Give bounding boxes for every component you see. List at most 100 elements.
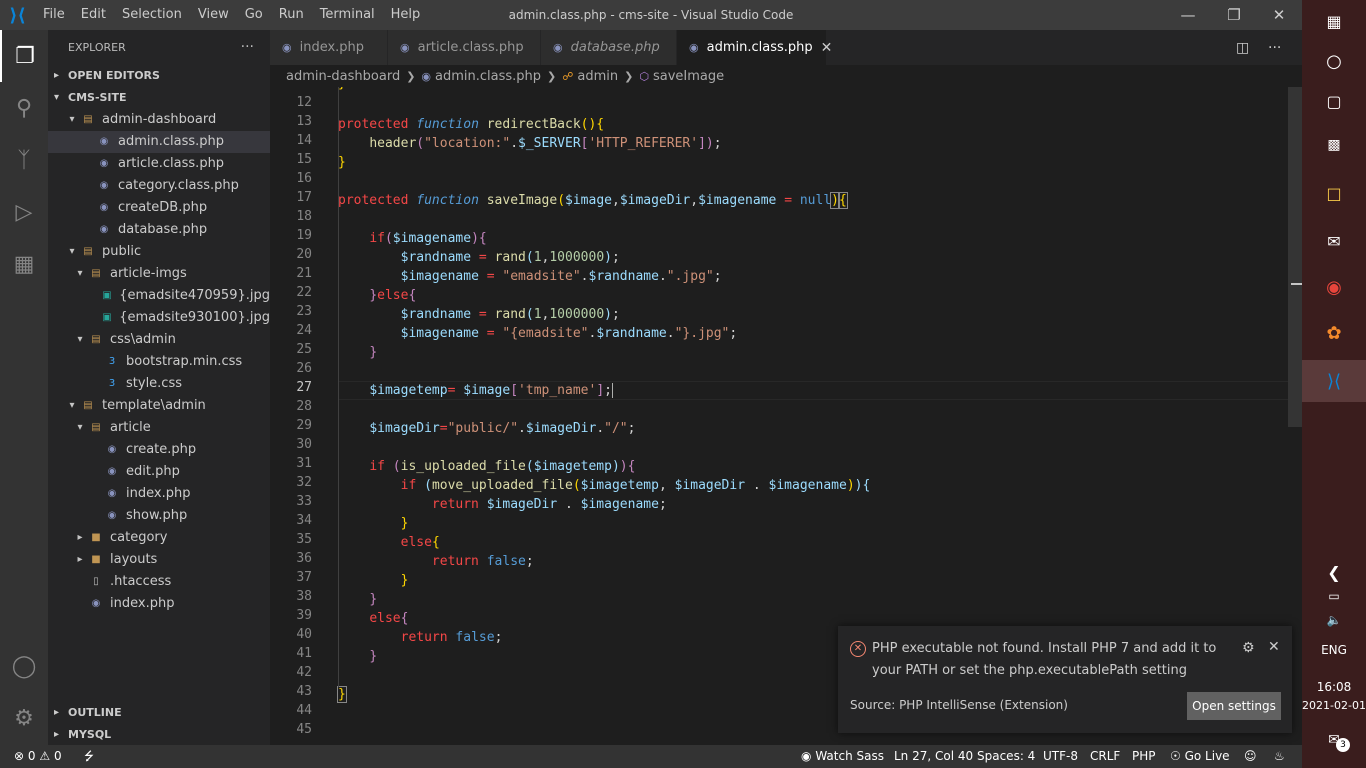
problems-indicator[interactable]: ⊗ 0 ⚠ 0 <box>14 745 62 768</box>
breadcrumb-file[interactable]: admin.class.php <box>435 69 541 84</box>
watch-sass-button[interactable]: ◉ Watch Sass <box>801 745 884 768</box>
warning-count: 0 <box>53 749 62 763</box>
close-icon[interactable]: ✕ <box>1268 639 1280 655</box>
task-view-icon[interactable]: ▢ <box>1302 86 1366 116</box>
menu-selection[interactable]: Selection <box>114 0 190 30</box>
tree-item[interactable]: ▾ ▤ css\admin <box>48 329 270 351</box>
search-icon[interactable]: ⚲ <box>0 82 48 134</box>
mysql-section[interactable]: ▸ MYSQL <box>48 724 270 746</box>
tree-item[interactable]: ◉ edit.php <box>48 461 270 483</box>
menu-go[interactable]: Go <box>237 0 271 30</box>
tree-item[interactable]: ◉ create.php <box>48 439 270 461</box>
volume-icon[interactable]: 🔈 <box>1302 610 1366 630</box>
action-center-icon[interactable]: ✉ 3 <box>1302 728 1366 752</box>
code-line: } <box>369 345 378 360</box>
run-debug-icon[interactable]: ▷ <box>0 186 48 238</box>
file-tree: ▾ ▤ admin-dashboard ◉ admin.class.php ◉ articl… <box>48 109 270 615</box>
go-live-button[interactable]: ☉ Go Live <box>1170 745 1230 768</box>
tree-item[interactable]: ▾ ▤ article <box>48 417 270 439</box>
tab-database-php[interactable]: ◉ database.php <box>541 30 677 65</box>
go-live-label: Go Live <box>1184 749 1230 763</box>
indent-guide <box>338 87 339 687</box>
app-icon[interactable]: ✿ <box>1302 318 1366 348</box>
cms-site-section[interactable]: ▾ CMS-SITE <box>48 87 270 109</box>
tree-item[interactable]: ◉ show.php <box>48 505 270 527</box>
close-window-icon[interactable]: ✕ <box>1256 0 1302 30</box>
manage-gear-icon[interactable]: ⚙ <box>0 692 48 744</box>
open-editors-section[interactable]: ▸ OPEN EDITORS <box>48 65 270 87</box>
source-control-icon[interactable]: ᛉ <box>0 134 48 186</box>
tree-item[interactable]: ◉ category.class.php <box>48 175 270 197</box>
menu-file[interactable]: File <box>35 0 73 30</box>
line-number: 45 <box>296 722 312 737</box>
menu-run[interactable]: Run <box>271 0 312 30</box>
clock-time[interactable]: 16:08 <box>1302 678 1366 696</box>
indentation[interactable]: Spaces: 4 <box>977 745 1035 768</box>
tree-item[interactable]: ◉ index.php <box>48 483 270 505</box>
tab-index-php[interactable]: ◉ index.php <box>270 30 388 65</box>
language-mode[interactable]: PHP <box>1132 745 1156 768</box>
tree-item[interactable]: ▣ {emadsite470959}.jpg <box>48 285 270 307</box>
tree-item[interactable]: ▯ .htaccess <box>48 571 270 593</box>
tree-item[interactable]: ◉ admin.class.php <box>48 131 270 153</box>
more-actions-icon[interactable]: ··· <box>241 30 254 65</box>
menu-view[interactable]: View <box>190 0 237 30</box>
tree-item[interactable]: ▾ ▤ public <box>48 241 270 263</box>
tree-item[interactable]: ▣ {emadsite930100}.jpg <box>48 307 270 329</box>
chrome-icon[interactable]: ◉ <box>1302 272 1366 302</box>
breadcrumb-class[interactable]: admin <box>577 69 618 84</box>
language-indicator[interactable]: ENG <box>1302 640 1366 660</box>
tree-item[interactable]: ▾ ▤ article-imgs <box>48 263 270 285</box>
code-line: protected function saveImage($image,$ima… <box>338 192 848 209</box>
open-settings-button[interactable]: Open settings <box>1187 692 1281 720</box>
feedback-icon[interactable]: ☺ <box>1244 745 1257 768</box>
restore-icon[interactable]: ❐ <box>1211 0 1257 30</box>
lightning-icon[interactable]: ⭍ <box>84 745 94 768</box>
file-explorer-icon[interactable]: □ <box>1302 178 1366 208</box>
explorer-icon[interactable]: ❐ <box>0 30 48 82</box>
split-editor-icon[interactable]: ◫ <box>1236 30 1249 65</box>
cursor-position[interactable]: Ln 27, Col 40 <box>894 745 973 768</box>
cortana-search-icon[interactable]: ○ <box>1302 46 1366 76</box>
tree-item[interactable]: ◉ article.class.php <box>48 153 270 175</box>
account-icon[interactable]: ◯ <box>0 640 48 692</box>
scroll-position-marker <box>1291 283 1302 285</box>
menu-help[interactable]: Help <box>383 0 429 30</box>
breadcrumb-method[interactable]: saveImage <box>653 69 724 84</box>
tree-item[interactable]: 3 style.css <box>48 373 270 395</box>
tree-item[interactable]: ◉ createDB.php <box>48 197 270 219</box>
menu-edit[interactable]: Edit <box>73 0 114 30</box>
menu-terminal[interactable]: Terminal <box>312 0 383 30</box>
mail-icon[interactable]: ✉ <box>1302 226 1366 256</box>
close-tab-icon[interactable]: ✕ <box>821 40 833 56</box>
tree-item[interactable]: ◉ index.php <box>48 593 270 615</box>
chevron-down-icon: ▾ <box>69 246 75 257</box>
line-number: 29 <box>296 418 312 433</box>
vertical-scrollbar[interactable] <box>1288 87 1302 427</box>
tree-item[interactable]: ▸ ■ category <box>48 527 270 549</box>
windows-start-icon[interactable]: ▦ <box>1302 6 1366 36</box>
outline-section[interactable]: ▸ OUTLINE <box>48 702 270 724</box>
tree-item[interactable]: ▸ ■ layouts <box>48 549 270 571</box>
extensions-icon[interactable]: ▦ <box>0 238 48 290</box>
notifications-bell-icon[interactable]: ♨ <box>1274 745 1285 768</box>
tree-item[interactable]: ▾ ▤ template\admin <box>48 395 270 417</box>
tree-item[interactable]: ◉ database.php <box>48 219 270 241</box>
terminal-app-icon[interactable]: ▩ <box>1302 130 1366 160</box>
more-tab-actions-icon[interactable]: ··· <box>1268 30 1281 65</box>
tab-admin-class-php[interactable]: ◉ admin.class.php ✕ <box>677 30 832 65</box>
battery-icon[interactable]: ▭ <box>1302 586 1366 606</box>
clock-date[interactable]: 2021-02-01 <box>1302 696 1366 714</box>
file-icon: ▯ <box>93 576 99 587</box>
minimize-icon[interactable]: — <box>1165 0 1211 30</box>
tree-item[interactable]: 3 bootstrap.min.css <box>48 351 270 373</box>
encoding[interactable]: UTF-8 <box>1043 745 1078 768</box>
tab-article-class-php[interactable]: ◉ article.class.php <box>388 30 541 65</box>
breadcrumb-folder[interactable]: admin-dashboard <box>286 69 400 84</box>
vscode-taskbar-icon[interactable]: ⟩⟨ <box>1302 360 1366 402</box>
tree-item-label: createDB.php <box>118 200 208 215</box>
gear-icon[interactable]: ⚙ <box>1242 640 1255 656</box>
tree-item[interactable]: ▾ ▤ admin-dashboard <box>48 109 270 131</box>
line-ending[interactable]: CRLF <box>1090 745 1120 768</box>
chevron-up-icon[interactable]: ❮ <box>1302 560 1366 584</box>
